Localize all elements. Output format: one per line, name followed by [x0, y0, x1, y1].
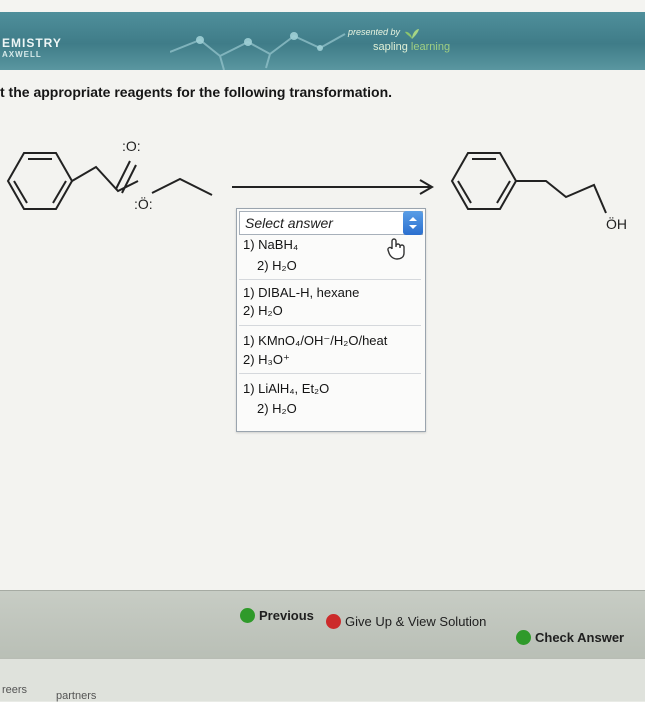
- option-3-line-2[interactable]: 2) H₃O⁺: [243, 352, 290, 368]
- option-2-line-1[interactable]: 1) DIBAL-H, hexane: [243, 285, 359, 300]
- header-banner: EMISTRY AXWELL presented by sapling lear…: [0, 12, 645, 70]
- leaf-logo-icon: [405, 29, 419, 39]
- course-title: EMISTRY: [2, 36, 62, 50]
- previous-button[interactable]: Previous: [240, 608, 314, 623]
- check-answer-button[interactable]: Check Answer: [516, 630, 624, 645]
- previous-arrow-icon: [240, 608, 255, 623]
- presented-by-label: presented by: [348, 27, 401, 37]
- option-4-line-1[interactable]: 1) LiAlH₄, Et₂O: [243, 381, 329, 396]
- product-benzene-ring: [450, 152, 518, 210]
- option-separator: [239, 325, 421, 326]
- select-arrows-icon[interactable]: [403, 211, 423, 235]
- page-footer: [0, 658, 645, 701]
- pointer-hand-icon: [387, 238, 405, 260]
- give-up-button[interactable]: Give Up & View Solution: [326, 614, 486, 629]
- ester-oxygen-label: :Ö:: [134, 195, 153, 212]
- select-placeholder: Select answer: [245, 215, 333, 231]
- reagent-select-dropdown[interactable]: Select answer 1) NaBH₄ 2) H₂O 1) DIBAL-H…: [236, 208, 426, 432]
- check-mark-icon: [516, 630, 531, 645]
- brand-learning: learning: [410, 41, 451, 53]
- previous-label: Previous: [259, 608, 314, 623]
- action-bar: [0, 590, 645, 659]
- option-1-line-2[interactable]: 2) H₂O: [257, 258, 297, 273]
- question-text: t the appropriate reagents for the follo…: [0, 84, 393, 100]
- course-author: AXWELL: [2, 50, 42, 59]
- reactant-benzene-ring: [6, 152, 74, 210]
- give-up-x-icon: [326, 614, 341, 629]
- option-4-line-2[interactable]: 2) H₂O: [257, 401, 297, 416]
- footer-link-partners[interactable]: partners: [56, 690, 96, 702]
- option-2-line-2[interactable]: 2) H₂O: [243, 303, 283, 318]
- carbonyl-oxygen-label: :O:: [122, 138, 141, 154]
- option-3-line-1[interactable]: 1) KMnO₄/OH⁻/H₂O/heat: [243, 333, 387, 349]
- hydroxyl-label: ÖH: [606, 215, 627, 232]
- footer-link-careers[interactable]: reers: [2, 684, 27, 696]
- check-answer-label: Check Answer: [535, 630, 625, 645]
- screen-bezel: [0, 0, 645, 12]
- sapling-learning-logo: sapling learning: [373, 41, 450, 53]
- molecule-decoration-icon: [170, 32, 346, 70]
- brand-sapling: sapling: [373, 41, 408, 53]
- option-separator: [239, 279, 421, 280]
- select-answer-box[interactable]: Select answer: [239, 211, 423, 235]
- option-1-line-1[interactable]: 1) NaBH₄: [243, 237, 298, 252]
- give-up-label: Give Up & View Solution: [345, 614, 487, 629]
- option-separator: [239, 373, 421, 374]
